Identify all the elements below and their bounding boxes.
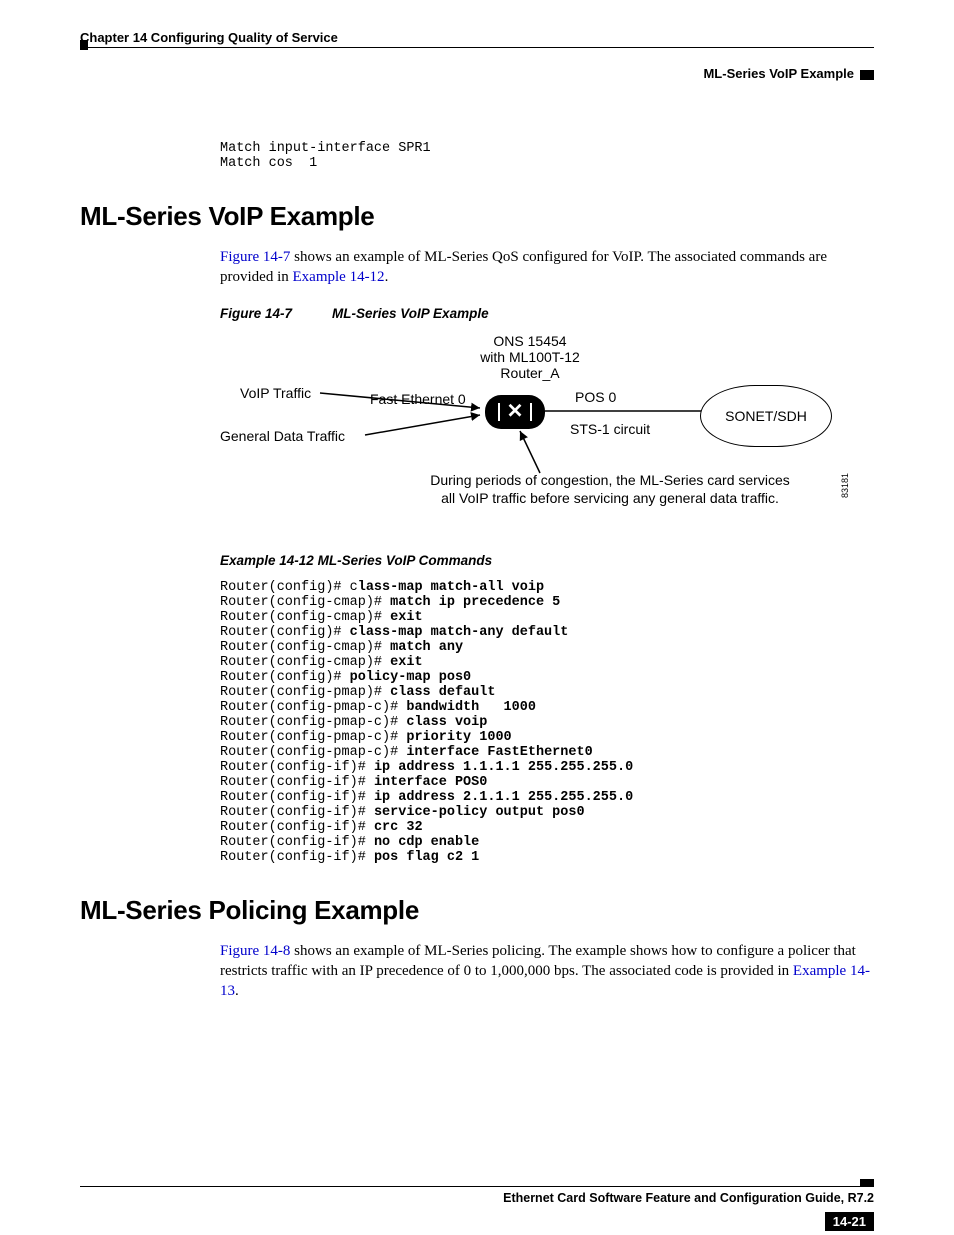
page-number: 14-21 <box>825 1212 874 1231</box>
figure-title: ML-Series VoIP Example <box>332 306 489 321</box>
figure-label: Figure 14-7 <box>220 306 292 321</box>
voip-traffic-label: VoIP Traffic <box>240 385 311 401</box>
pos0-label: POS 0 <box>575 389 616 405</box>
ons-line3: Router_A <box>500 365 559 381</box>
router-icon: ✕ <box>485 395 545 429</box>
link-figure-14-7[interactable]: Figure 14-7 <box>220 249 290 265</box>
router-symbol: ✕ <box>507 398 524 423</box>
sonet-cloud-icon: SONET/SDH <box>700 385 832 447</box>
figure-caption: Figure 14-7 ML-Series VoIP Example <box>220 306 874 321</box>
example-title: ML-Series VoIP Commands <box>318 553 493 568</box>
footer-marker-icon <box>860 1179 874 1187</box>
example-label: Example 14-12 <box>220 553 314 568</box>
note-line2: all VoIP traffic before servicing any ge… <box>441 490 779 506</box>
section-running-head: ML-Series VoIP Example <box>80 66 874 81</box>
heading-policing-example: ML-Series Policing Example <box>80 895 874 926</box>
header-marker-icon <box>860 70 874 80</box>
diagram-ons-label: ONS 15454 with ML100T-12 Router_A <box>470 333 590 381</box>
heading-voip-example: ML-Series VoIP Example <box>80 201 874 232</box>
page-footer: Ethernet Card Software Feature and Confi… <box>80 1186 874 1205</box>
figure-id-number: 83181 <box>840 472 850 497</box>
voip-intro-paragraph: Figure 14-7 shows an example of ML-Serie… <box>220 247 874 288</box>
footer-rule <box>80 1186 874 1187</box>
ons-line1: ONS 15454 <box>493 333 566 349</box>
header-side-marker <box>80 40 88 50</box>
note-line1: During periods of congestion, the ML-Ser… <box>430 472 790 488</box>
figure-14-7-diagram: ONS 15454 with ML100T-12 Router_A VoIP T… <box>220 333 874 523</box>
voip-commands-block: Router(config)# class-map match-all voip… <box>220 580 874 865</box>
voip-para-end: . <box>385 269 389 285</box>
figure-note: During periods of congestion, the ML-Ser… <box>390 471 830 507</box>
policing-para-mid: shows an example of ML-Series policing. … <box>220 943 856 979</box>
example-caption: Example 14-12 ML-Series VoIP Commands <box>220 553 874 568</box>
policing-para-end: . <box>235 983 239 999</box>
link-figure-14-8[interactable]: Figure 14-8 <box>220 943 290 959</box>
sonet-label: SONET/SDH <box>725 408 807 424</box>
footer-guide-title: Ethernet Card Software Feature and Confi… <box>80 1191 874 1205</box>
link-example-14-12[interactable]: Example 14-12 <box>293 269 385 285</box>
sts1-label: STS-1 circuit <box>570 421 650 437</box>
general-traffic-label: General Data Traffic <box>220 428 345 444</box>
chapter-running-head: Chapter 14 Configuring Quality of Servic… <box>80 30 874 48</box>
fast-ethernet-label: Fast Ethernet 0 <box>370 391 466 407</box>
ons-line2: with ML100T-12 <box>480 349 580 365</box>
policing-intro-paragraph: Figure 14-8 shows an example of ML-Serie… <box>220 941 874 1002</box>
prior-code-block: Match input-interface SPR1 Match cos 1 <box>220 141 874 171</box>
section-title-text: ML-Series VoIP Example <box>703 66 854 81</box>
